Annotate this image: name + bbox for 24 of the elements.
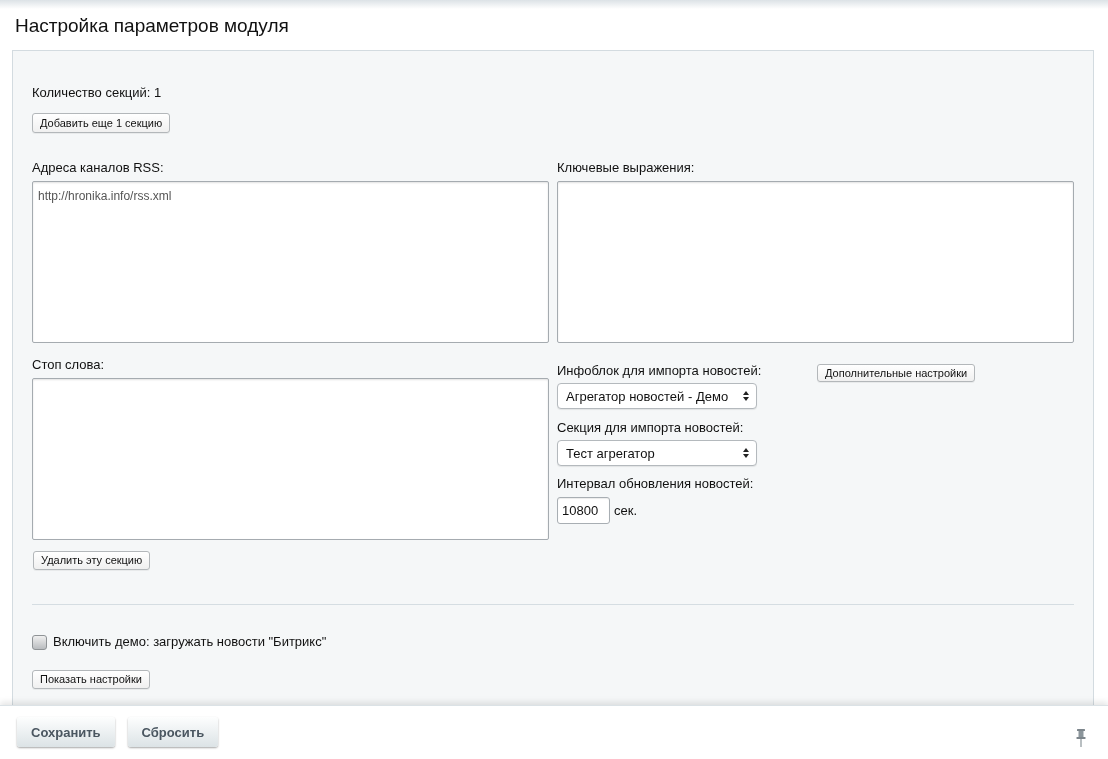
- up-down-arrows-icon: [743, 391, 749, 401]
- interval-unit: сек.: [614, 503, 638, 518]
- stop-words-label: Стоп слова:: [32, 357, 105, 373]
- up-down-arrows-icon: [743, 448, 749, 458]
- keywords-label: Ключевые выражения:: [557, 160, 695, 176]
- demo-label: Включить демо: загружать новости "Битрикс": [53, 634, 327, 650]
- interval-input[interactable]: 10800: [557, 497, 610, 524]
- section-count-text: Количество секций: 1: [32, 85, 162, 101]
- interval-label: Интервал обновления новостей:: [557, 476, 754, 492]
- rss-textarea[interactable]: http://hronika.info/rss.xml: [32, 181, 549, 343]
- rss-label: Адреса каналов RSS:: [32, 160, 164, 176]
- iblock-label: Инфоблок для импорта новостей:: [557, 363, 762, 379]
- show-settings-button[interactable]: Показать настройки: [32, 670, 150, 689]
- section-label: Секция для импорта новостей:: [557, 420, 744, 436]
- add-section-button[interactable]: Добавить еще 1 секцию: [32, 113, 171, 133]
- reset-button[interactable]: Сбросить: [127, 717, 219, 747]
- page-title: Настройка параметров модуля: [15, 14, 289, 38]
- extra-settings-button[interactable]: Дополнительные настройки: [817, 364, 976, 382]
- iblock-select[interactable]: Агрегатор новостей - Демо: [557, 383, 757, 409]
- demo-checkbox[interactable]: [32, 634, 47, 650]
- delete-section-button[interactable]: Удалить эту секцию: [33, 551, 151, 570]
- save-button[interactable]: Сохранить: [17, 717, 115, 747]
- section-select[interactable]: Тест агрегатор: [557, 440, 757, 466]
- pin-icon[interactable]: [1076, 729, 1086, 747]
